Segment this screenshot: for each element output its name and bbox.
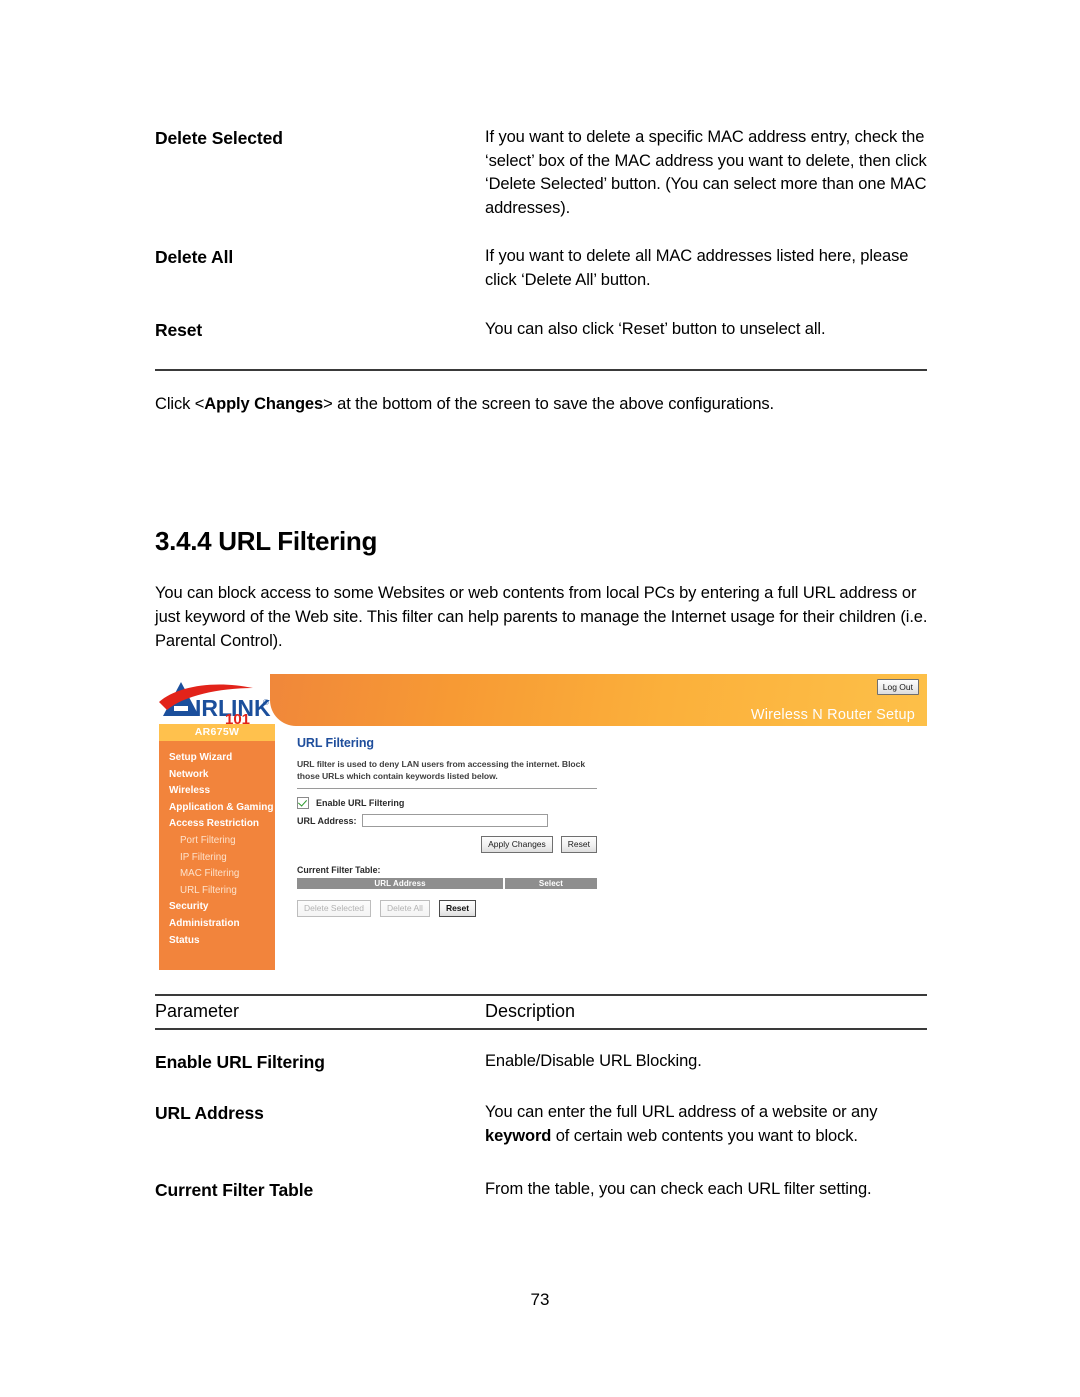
parameter-description: Enable/Disable URL Blocking. <box>485 1052 702 1070</box>
airlink-logo-icon: IRL INK ® 101 <box>159 682 271 728</box>
sidebar-item-access-restriction[interactable]: Access Restriction <box>169 816 275 833</box>
enable-url-filtering-row: Enable URL Filtering <box>297 797 617 809</box>
sidebar-item-url-filtering[interactable]: URL Filtering <box>169 883 275 900</box>
router-model-badge: AR675W <box>159 724 275 741</box>
router-sidebar: AR675W Setup Wizard Network Wireless App… <box>159 724 275 970</box>
column-header-description: Description <box>485 1001 576 1021</box>
parameter-label: Delete All <box>155 247 234 267</box>
document-page: Delete Selected If you want to delete a … <box>0 0 1080 1397</box>
apply-changes-bold: Apply Changes <box>204 395 324 413</box>
section-divider <box>155 369 927 371</box>
table-reset-button[interactable]: Reset <box>438 900 477 917</box>
sidebar-item-wireless[interactable]: Wireless <box>169 783 275 800</box>
sidebar-item-administration[interactable]: Administration <box>169 916 275 933</box>
sidebar-item-mac-filtering[interactable]: MAC Filtering <box>169 866 275 883</box>
description-before: You can enter the full URL address of a … <box>485 1103 878 1121</box>
page-number: 73 <box>530 1290 550 1309</box>
description-keyword: keyword <box>485 1126 552 1145</box>
airlink-logo: IRL INK ® 101 <box>157 672 275 728</box>
param-table-header: Parameter Description <box>155 998 927 1024</box>
parameter-description: From the table, you can check each URL f… <box>485 1180 872 1198</box>
router-menu: Setup Wizard Network Wireless Applicatio… <box>159 741 275 949</box>
sidebar-item-network[interactable]: Network <box>169 767 275 784</box>
pane-action-buttons: Apply Changes Reset <box>297 836 597 853</box>
page-title: 3.4.4 URL Filtering <box>155 526 378 556</box>
parameter-description: You can also click ‘Reset’ button to uns… <box>485 320 826 338</box>
sidebar-item-application-gaming[interactable]: Application & Gaming <box>169 800 275 817</box>
param-table-bottom-rule <box>155 1028 927 1030</box>
sidebar-item-ip-filtering[interactable]: IP Filtering <box>169 850 275 867</box>
url-address-input[interactable] <box>361 814 548 827</box>
table-row: Reset You can also click ‘Reset’ button … <box>155 318 927 342</box>
parameter-label: Delete Selected <box>155 128 283 148</box>
url-address-label: URL Address: <box>297 815 357 826</box>
pane-title: URL Filtering <box>297 736 374 750</box>
current-filter-table-label: Current Filter Table: <box>297 865 381 875</box>
apply-changes-button[interactable]: Apply Changes <box>481 836 553 853</box>
log-out-button[interactable]: Log Out <box>876 679 919 695</box>
table-row: URL Address You can enter the full URL a… <box>155 1101 927 1148</box>
sidebar-item-security[interactable]: Security <box>169 899 275 916</box>
table-row: Delete Selected If you want to delete a … <box>155 126 927 220</box>
apply-changes-note: Click <Apply Changes> at the bottom of t… <box>155 392 930 416</box>
parameter-label: URL Address <box>155 1103 264 1123</box>
column-header-url-address: URL Address <box>297 878 505 889</box>
router-setup-title: Wireless N Router Setup <box>750 707 915 723</box>
router-ui-screenshot: Log Out Wireless N Router Setup IRL INK … <box>157 672 927 972</box>
parameter-label: Reset <box>155 320 203 340</box>
table-row: Enable URL Filtering Enable/Disable URL … <box>155 1050 927 1074</box>
pane-divider <box>297 788 597 789</box>
reset-button[interactable]: Reset <box>560 836 597 853</box>
router-content-pane: URL Filtering URL filter is used to deny… <box>297 736 617 917</box>
param-table-top-rule <box>155 994 927 996</box>
parameter-label: Current Filter Table <box>155 1180 314 1200</box>
parameter-label: Enable URL Filtering <box>155 1052 325 1072</box>
router-header-bar: Log Out Wireless N Router Setup <box>270 674 927 726</box>
table-row: Current Filter Table From the table, you… <box>155 1178 927 1202</box>
sidebar-item-setup-wizard[interactable]: Setup Wizard <box>169 750 275 767</box>
enable-url-filtering-label: Enable URL Filtering <box>316 798 405 808</box>
intro-paragraph: You can block access to some Websites or… <box>155 584 928 650</box>
table-row: Delete All If you want to delete all MAC… <box>155 245 927 292</box>
sidebar-item-port-filtering[interactable]: Port Filtering <box>169 833 275 850</box>
sidebar-item-status[interactable]: Status <box>169 933 275 950</box>
url-address-row: URL Address: <box>297 814 617 827</box>
parameter-description: You can enter the full URL address of a … <box>485 1101 927 1148</box>
parameter-description: If you want to delete all MAC addresses … <box>485 247 909 289</box>
column-header-select: Select <box>538 879 564 888</box>
parameter-description: If you want to delete a specific MAC add… <box>485 128 927 217</box>
description-after: of certain web contents you want to bloc… <box>551 1126 858 1145</box>
delete-selected-button[interactable]: Delete Selected <box>297 900 372 917</box>
delete-all-button[interactable]: Delete All <box>380 900 430 917</box>
current-filter-table: URL Address Select <box>297 878 597 889</box>
table-action-buttons: Delete Selected Delete All Reset <box>297 900 617 917</box>
pane-description: URL filter is used to deny LAN users fro… <box>297 759 586 781</box>
column-header-parameter: Parameter <box>155 1001 240 1021</box>
apply-note-before: Click < <box>155 395 205 413</box>
enable-url-filtering-checkbox[interactable] <box>297 797 309 809</box>
apply-note-after: > at the bottom of the screen to save th… <box>323 395 775 413</box>
svg-text:101: 101 <box>225 711 250 724</box>
svg-text:®: ® <box>263 698 269 707</box>
